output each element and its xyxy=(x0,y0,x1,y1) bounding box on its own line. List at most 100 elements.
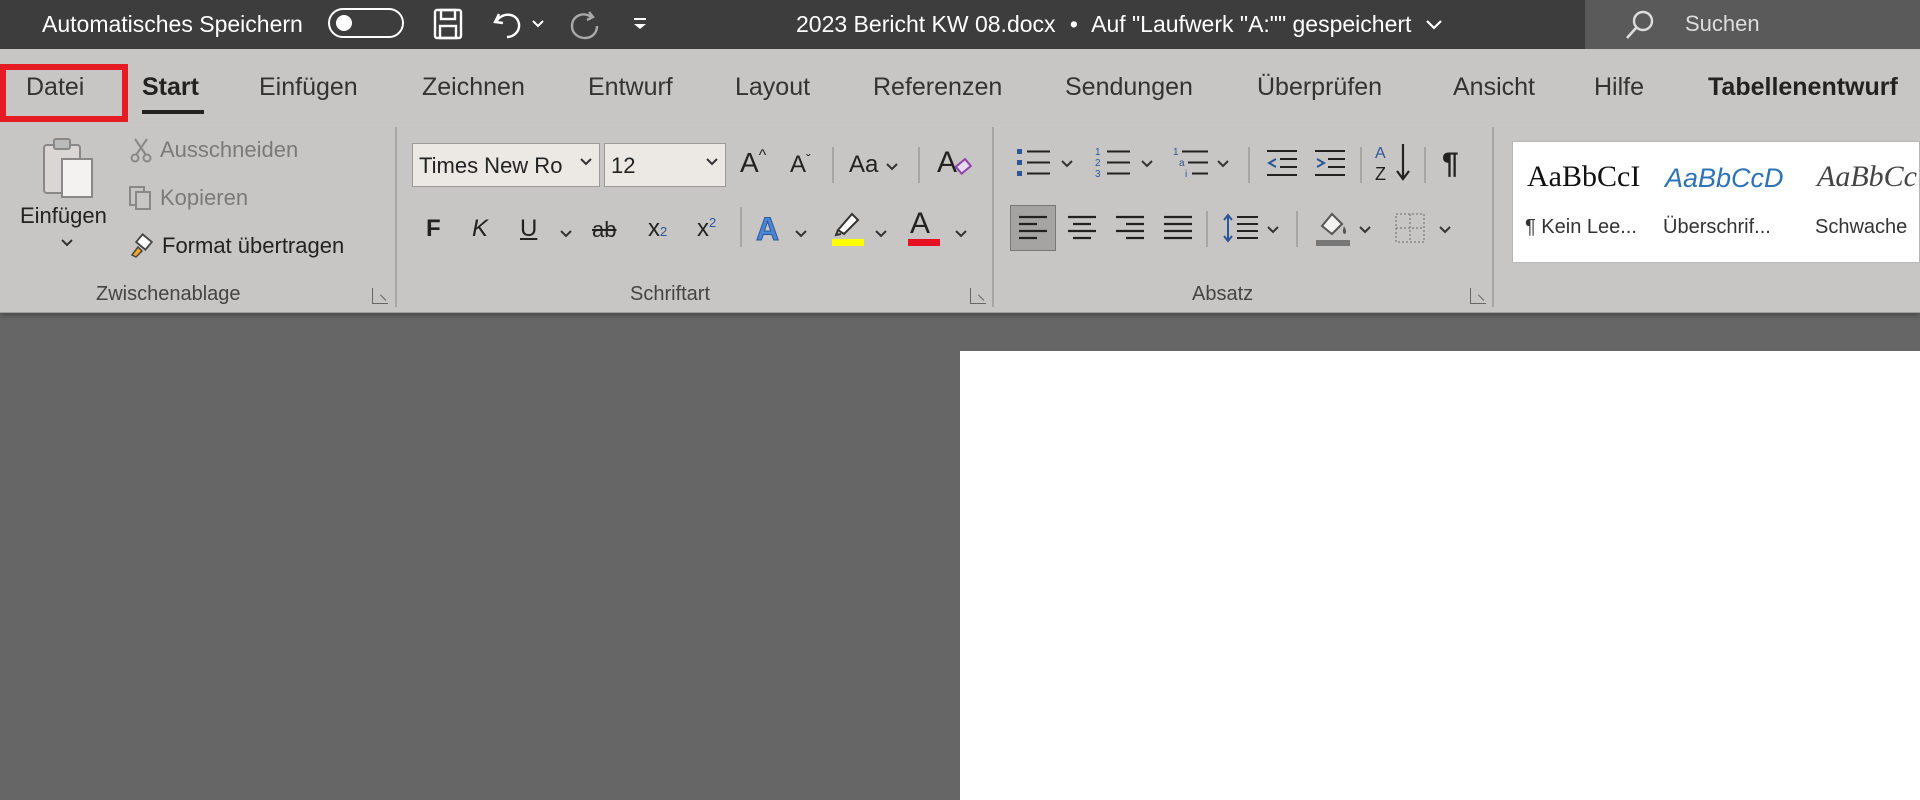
change-case-button[interactable]: Aa xyxy=(849,151,899,179)
shading-icon[interactable] xyxy=(1312,205,1354,251)
paste-icon[interactable] xyxy=(36,133,98,203)
save-icon[interactable] xyxy=(428,4,468,44)
font-launcher-icon[interactable] xyxy=(970,288,986,304)
multilevel-list-icon[interactable]: 1ai xyxy=(1170,143,1214,183)
align-right-icon[interactable] xyxy=(1110,207,1150,249)
underline-chevron-down-icon[interactable] xyxy=(557,227,575,241)
tab-start[interactable]: Start xyxy=(142,73,199,102)
change-case-chevron-down-icon xyxy=(886,163,898,171)
style-heading[interactable]: AaBbCcD Überschrif... xyxy=(1659,148,1787,256)
multilevel-chevron-down-icon[interactable] xyxy=(1214,157,1232,171)
font-size-chevron-down-icon xyxy=(705,154,719,170)
highlight-chevron-down-icon[interactable] xyxy=(872,227,890,241)
font-name-combo[interactable]: Times New Ro xyxy=(412,143,600,187)
format-painter-button[interactable]: Format übertragen xyxy=(128,233,344,259)
document-title-area[interactable]: 2023 Bericht KW 08.docx • Auf "Laufwerk … xyxy=(796,11,1444,38)
search-label: Suchen xyxy=(1685,11,1760,36)
active-tab-indicator xyxy=(142,110,204,114)
list-separator xyxy=(1248,147,1250,183)
strikethrough-button[interactable]: ab xyxy=(592,217,616,243)
tab-sendungen[interactable]: Sendungen xyxy=(1065,73,1193,102)
sort-icon[interactable]: AZ xyxy=(1372,139,1414,185)
indent-separator xyxy=(1360,147,1362,183)
borders-icon[interactable] xyxy=(1390,207,1430,249)
tab-ueberpruefen[interactable]: Überprüfen xyxy=(1257,73,1382,102)
paragraph-launcher-icon[interactable] xyxy=(1470,288,1486,304)
undo-dropdown-chevron-down-icon[interactable] xyxy=(528,4,548,44)
subscript-label: x xyxy=(648,215,660,242)
text-effects-chevron-down-icon[interactable] xyxy=(792,227,810,241)
svg-text:i: i xyxy=(1185,169,1187,180)
font-group-label: Schriftart xyxy=(630,283,711,305)
search-box[interactable]: Suchen xyxy=(1585,0,1920,49)
font-color-button[interactable]: A xyxy=(908,207,940,246)
line-spacing-icon[interactable] xyxy=(1220,207,1262,249)
tab-entwurf[interactable]: Entwurf xyxy=(588,73,673,102)
subscript-button[interactable]: x2 xyxy=(648,215,667,243)
tab-referenzen[interactable]: Referenzen xyxy=(873,73,1002,102)
bullets-icon[interactable] xyxy=(1012,143,1056,183)
format-painter-label: Format übertragen xyxy=(162,233,345,258)
case-separator xyxy=(918,147,920,183)
copy-button[interactable]: Kopieren xyxy=(128,185,248,211)
align-separator xyxy=(1206,211,1208,247)
bold-button[interactable]: F xyxy=(426,215,441,243)
paste-button[interactable]: Einfügen xyxy=(20,203,107,229)
shading-chevron-down-icon[interactable] xyxy=(1356,223,1374,237)
clear-formatting-icon[interactable]: A xyxy=(934,141,974,183)
line-spacing-chevron-down-icon[interactable] xyxy=(1264,223,1282,237)
tab-einfuegen[interactable]: Einfügen xyxy=(259,73,358,102)
style-normal[interactable]: AaBbCcI ¶ Kein Lee... xyxy=(1521,148,1649,256)
copy-label: Kopieren xyxy=(160,185,249,210)
paragraph-group-label: Absatz xyxy=(1192,283,1254,305)
copy-icon xyxy=(129,186,151,210)
font-group-separator xyxy=(992,127,994,307)
font-size-value: 12 xyxy=(611,153,636,178)
ribbon-tabs: Datei Start Einfügen Zeichnen Entwurf La… xyxy=(0,49,1920,123)
change-case-label: Aa xyxy=(849,151,879,178)
font-color-chevron-down-icon[interactable] xyxy=(952,227,970,241)
superscript-button[interactable]: x2 xyxy=(697,215,716,243)
tab-layout[interactable]: Layout xyxy=(735,73,810,102)
script-separator xyxy=(740,207,742,247)
cut-button[interactable]: Ausschneiden xyxy=(130,137,298,163)
paste-chevron-down-icon[interactable] xyxy=(58,235,76,251)
styles-gallery: AaBbCcI ¶ Kein Lee... AaBbCcD Überschrif… xyxy=(1512,141,1920,263)
style-heading-name: Überschrif... xyxy=(1663,216,1771,238)
increase-indent-icon[interactable] xyxy=(1310,143,1350,183)
style-subtle-sample: AaBbCc xyxy=(1817,160,1917,193)
font-size-combo[interactable]: 12 xyxy=(604,143,726,187)
underline-button[interactable]: U xyxy=(520,215,537,243)
save-status: Auf "Laufwerk "A:"" gespeichert xyxy=(1091,11,1412,37)
justify-icon[interactable] xyxy=(1158,207,1198,249)
redo-icon[interactable] xyxy=(564,4,604,44)
numbering-chevron-down-icon[interactable] xyxy=(1138,157,1156,171)
title-bar: Automatisches Speichern 2023 Bericht KW … xyxy=(0,0,1920,49)
decrease-indent-icon[interactable] xyxy=(1262,143,1302,183)
numbering-icon[interactable]: 123 xyxy=(1092,143,1136,183)
style-heading-sample: AaBbCcD xyxy=(1665,163,1784,193)
tab-tabellenentwurf[interactable]: Tabellenentwurf xyxy=(1708,73,1898,102)
undo-icon[interactable] xyxy=(488,4,528,44)
customize-qat-icon[interactable] xyxy=(625,4,655,44)
align-left-icon[interactable] xyxy=(1010,205,1056,251)
document-page[interactable] xyxy=(960,351,1920,800)
clipboard-launcher-icon[interactable] xyxy=(372,288,388,304)
highlighter-icon[interactable] xyxy=(828,207,868,247)
bullets-chevron-down-icon[interactable] xyxy=(1058,157,1076,171)
font-size-separator xyxy=(832,147,834,183)
shrink-font-button[interactable]: Aˇ xyxy=(790,151,811,179)
italic-button[interactable]: K xyxy=(472,215,488,243)
grow-font-button[interactable]: A^ xyxy=(740,147,766,179)
autosave-toggle[interactable] xyxy=(328,8,404,38)
style-subtle[interactable]: AaBbCc Schwache xyxy=(1811,148,1920,256)
svg-text:1: 1 xyxy=(1173,147,1179,158)
show-formatting-marks-button[interactable]: ¶ xyxy=(1442,147,1459,181)
tab-hilfe[interactable]: Hilfe xyxy=(1594,73,1644,102)
text-effects-button[interactable]: A xyxy=(755,211,779,248)
tab-zeichnen[interactable]: Zeichnen xyxy=(422,73,525,102)
borders-chevron-down-icon[interactable] xyxy=(1436,223,1454,237)
tab-ansicht[interactable]: Ansicht xyxy=(1453,73,1535,102)
align-center-icon[interactable] xyxy=(1062,207,1102,249)
font-color-swatch xyxy=(908,239,940,246)
